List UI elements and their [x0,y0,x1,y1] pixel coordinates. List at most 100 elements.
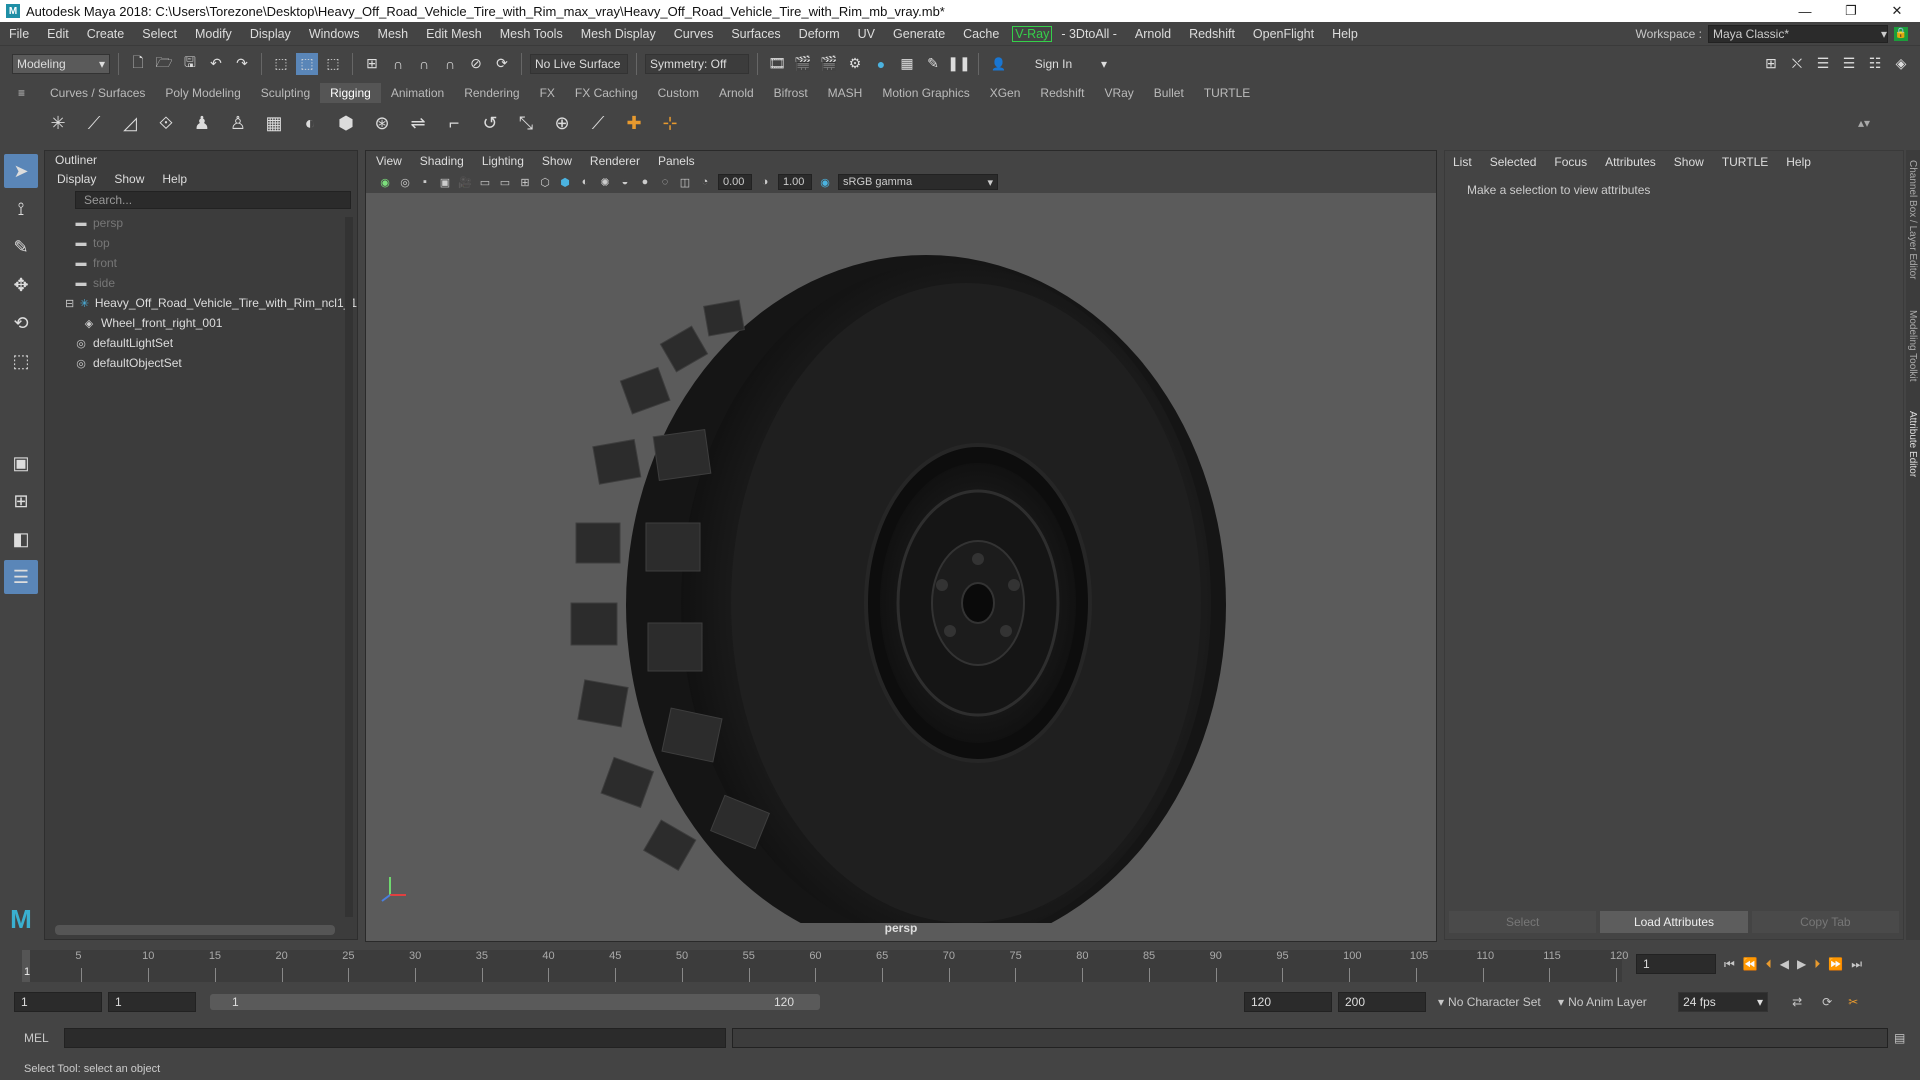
bind-skin-icon[interactable]: ▦ [260,109,288,137]
outliner-item[interactable]: ▬ side [45,273,357,293]
shelf-tab-fx[interactable]: FX [530,83,565,103]
four-view-icon[interactable]: ⊞ [4,484,38,518]
shelf-tab-redshift[interactable]: Redshift [1030,83,1094,103]
shelf-scroll-icon[interactable]: ▴▾ [1858,116,1870,130]
redo-icon[interactable]: ↷ [231,53,253,75]
gamma-icon[interactable]: ◑ [758,175,772,189]
snap-view-icon[interactable]: ∩ [439,53,461,75]
menu-edit[interactable]: Edit [38,27,78,41]
go-to-end-icon[interactable]: ⏭ [1851,957,1862,972]
attr-menu-attributes[interactable]: Attributes [1605,155,1656,169]
side-tab-modeling-toolkit[interactable]: Modeling Toolkit [1907,310,1918,382]
attribute-editor-icon[interactable]: ☰ [1812,53,1834,75]
aim-constraint-icon[interactable]: ⊕ [548,109,576,137]
shelf-tab-animation[interactable]: Animation [381,83,454,103]
command-input[interactable] [64,1028,726,1048]
menu-file[interactable]: File [0,27,38,41]
scale-tool-icon[interactable]: ⬚ [4,344,38,378]
menu-mesh[interactable]: Mesh [369,27,418,41]
attr-menu-selected[interactable]: Selected [1490,155,1537,169]
render-frame-icon[interactable]: 🎬 [792,53,814,75]
menu-surfaces[interactable]: Surfaces [722,27,789,41]
hypershade-icon[interactable]: ● [870,53,892,75]
shelf-tab-poly-modeling[interactable]: Poly Modeling [155,83,250,103]
exposure-field[interactable]: 0.00 [718,174,752,190]
snap-curve-icon[interactable]: ∩ [387,53,409,75]
character-set-select[interactable]: ▾ No Character Set [1438,995,1552,1009]
sign-in-button[interactable]: 👤 Sign In ▾ [987,53,1111,74]
attr-menu-turtle[interactable]: TURTLE [1722,155,1768,169]
anim-layer-select[interactable]: ▾ No Anim Layer [1558,995,1672,1009]
cluster-icon[interactable]: ⊛ [368,109,396,137]
close-button[interactable]: ✕ [1874,0,1920,22]
side-tab-channel-box[interactable]: Channel Box / Layer Editor [1907,160,1918,280]
menu-modify[interactable]: Modify [186,27,241,41]
step-forward-key-icon[interactable]: ⏩ [1828,957,1843,971]
outliner-layout-icon[interactable]: ☰ [4,560,38,594]
image-plane-icon[interactable]: ▣ [438,175,452,189]
attr-menu-help[interactable]: Help [1786,155,1811,169]
camera-icon[interactable]: 🎥 [458,175,472,189]
lights-icon[interactable]: ✺ [598,175,612,189]
step-back-frame-icon[interactable]: ⏴ [1766,957,1772,972]
isolate-select-icon[interactable]: ◌ [658,175,672,189]
shelf-tab-sculpting[interactable]: Sculpting [251,83,320,103]
shelf-tab-custom[interactable]: Custom [648,83,709,103]
viewport-menu-panels[interactable]: Panels [658,154,695,168]
outliner-item[interactable]: ⊟ ✳ Heavy_Off_Road_Vehicle_Tire_with_Rim_n… [45,293,357,313]
pause-icon[interactable]: ❚❚ [947,53,970,75]
select-object-icon[interactable]: ⬚ [296,52,318,75]
menu-3dtoall[interactable]: - 3DtoAll - [1052,27,1126,41]
symmetry-select[interactable]: Symmetry: Off [645,53,749,74]
locator-icon[interactable]: ✚ [620,109,648,137]
shelf-tab-arnold[interactable]: Arnold [709,83,764,103]
shelf-tab-xgen[interactable]: XGen [980,83,1031,103]
load-attributes-button[interactable]: Load Attributes [1600,911,1748,933]
shelf-tab-rigging[interactable]: Rigging [320,83,381,103]
command-language-label[interactable]: MEL [24,1031,58,1045]
snap-grid-icon[interactable]: ⊞ [361,53,383,75]
menu-curves[interactable]: Curves [665,27,723,41]
menu-select[interactable]: Select [133,27,186,41]
tool-settings-icon[interactable]: ☰ [1838,53,1860,75]
collapse-icon[interactable]: ⊟ [65,297,74,310]
pole-vector-icon[interactable]: ⟋ [584,109,612,137]
outliner-item[interactable]: ◎ defaultLightSet [45,333,357,353]
animation-start-field[interactable]: 1 [14,992,102,1012]
fps-select[interactable]: 24 fps ▾ [1678,992,1769,1012]
joint-tool-icon[interactable]: ✳ [44,109,72,137]
auto-key-icon[interactable]: ⟳ [1822,995,1832,1009]
lock-icon[interactable]: 🔒 [1894,26,1908,41]
menu-help[interactable]: Help [1323,27,1367,41]
shelf-menu-icon[interactable]: ≡ [18,86,25,100]
script-editor-icon[interactable]: ▤ [1894,1031,1905,1045]
time-ruler[interactable]: 1 5 10 15 20 25 30 35 40 45 50 55 60 65 70 75 80 85 90 95 1… [22,950,1628,982]
viewport-menu-lighting[interactable]: Lighting [482,154,524,168]
menu-display[interactable]: Display [241,27,300,41]
menu-generate[interactable]: Generate [884,27,954,41]
menu-mesh-display[interactable]: Mesh Display [572,27,665,41]
workspace-select[interactable]: Maya Classic* ▾ [1708,24,1888,43]
color-space-select[interactable]: sRGB gamma ▾ [838,174,998,190]
scale-constraint-icon[interactable]: ⤡ [512,109,540,137]
menu-deform[interactable]: Deform [790,27,849,41]
copy-tab-button[interactable]: Copy Tab [1751,911,1899,933]
viewport-menu-renderer[interactable]: Renderer [590,154,640,168]
outliner-menu-show[interactable]: Show [114,172,144,186]
vray-ipr-icon[interactable]: ✎ [922,53,944,75]
ipr-render-icon[interactable]: 🎬 [818,53,840,75]
paint-select-tool-icon[interactable]: ✎ [4,230,38,264]
camera-attributes-icon[interactable]: ◎ [398,175,412,189]
xray-icon[interactable]: ◫ [678,175,692,189]
menu-mesh-tools[interactable]: Mesh Tools [491,27,572,41]
animation-end-field[interactable]: 200 [1338,992,1426,1012]
modeling-toolkit-icon[interactable]: ⊞ [1760,53,1782,75]
outliner-item[interactable]: ▬ top [45,233,357,253]
snap-point-icon[interactable]: ∩ [413,53,435,75]
render-view-icon[interactable]: 🎞 [766,53,788,75]
textured-icon[interactable]: ◐ [578,175,592,189]
viewport-menu-view[interactable]: View [376,154,402,168]
wireframe-icon[interactable]: ⬡ [538,175,552,189]
ik-spline-icon[interactable]: ◿ [116,109,144,137]
shelf-tab-motion-graphics[interactable]: Motion Graphics [872,83,979,103]
